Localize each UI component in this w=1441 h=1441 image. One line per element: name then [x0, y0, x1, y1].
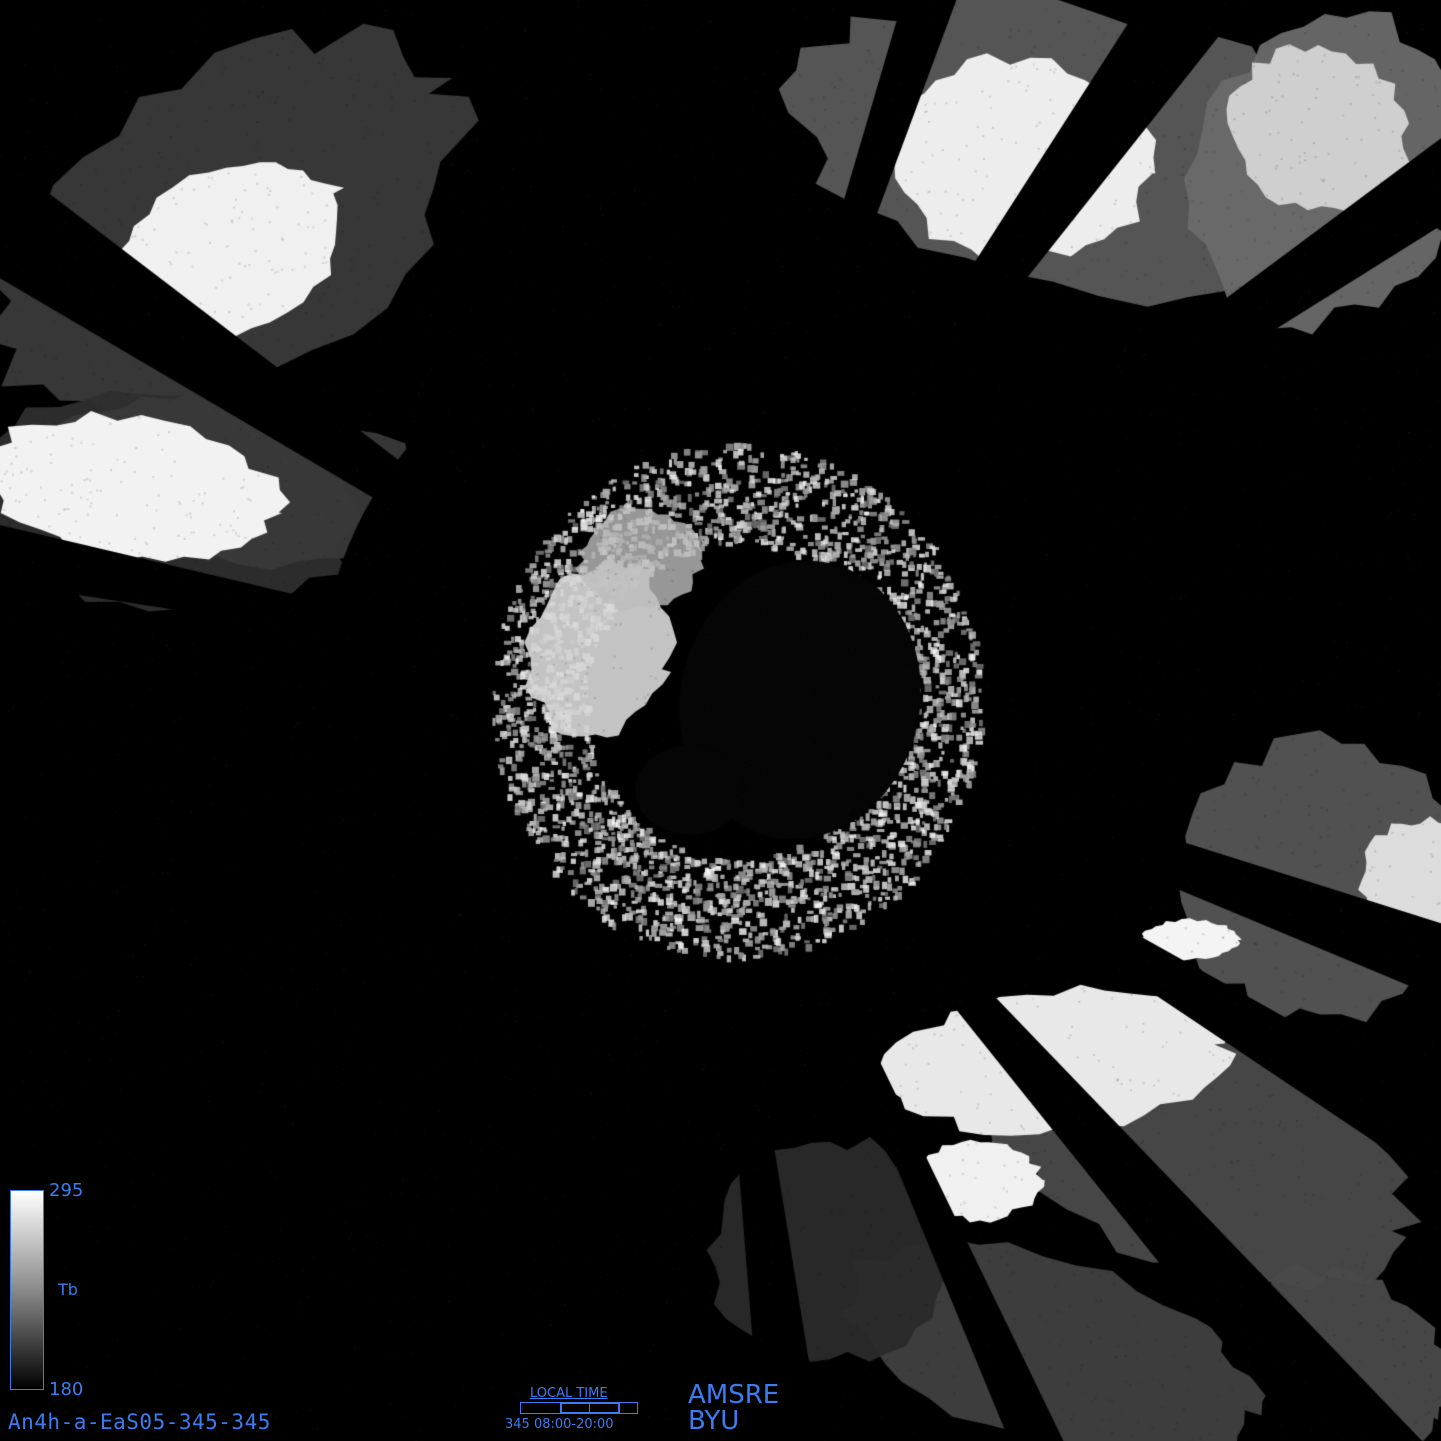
local-time-range: 345 08:00-20:00	[505, 1417, 614, 1432]
local-time-window	[560, 1402, 620, 1414]
local-time-tick	[589, 1404, 590, 1412]
image-identifier: An4h-a-EaS05-345-345	[8, 1410, 271, 1434]
organization-label: BYU	[688, 1406, 740, 1436]
satellite-image	[0, 0, 1441, 1441]
colorbar-min-label: 180	[49, 1379, 84, 1400]
sensor-label: AMSRE	[688, 1380, 780, 1410]
local-time-title: LOCAL TIME	[530, 1386, 608, 1401]
colorbar-max-label: 295	[49, 1180, 84, 1201]
colorbar	[10, 1190, 44, 1390]
colorbar-variable-label: Tb	[58, 1280, 78, 1299]
